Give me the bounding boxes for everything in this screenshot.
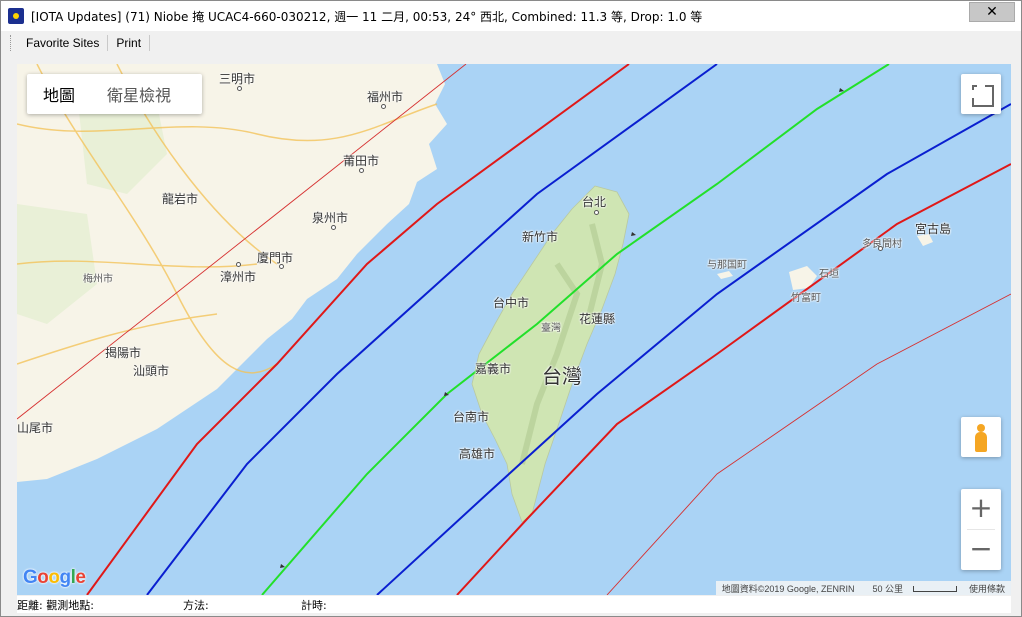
place-label: 汕頭市 [133, 364, 170, 378]
city-dot [331, 225, 336, 230]
place-label: 龍岩市 [162, 192, 199, 206]
direction-marker [631, 232, 636, 236]
title-bar: [IOTA Updates] (71) Niobe 掩 UCAC4-660-03… [1, 1, 1021, 31]
place-label: 新竹市 [522, 230, 559, 244]
place-label: 福州市 [367, 90, 404, 104]
place-label: 台北 [582, 195, 607, 209]
place-label: 石垣 [819, 269, 839, 280]
direction-marker [839, 88, 844, 92]
fullscreen-icon[interactable] [961, 74, 1001, 114]
place-label: 竹富町 [791, 293, 821, 304]
map-view[interactable]: 三明市 福州市 莆田市 龍岩市 泉州市 廈門市 梅州市 漳州市 揭陽市 汕頭市 … [17, 64, 1011, 595]
city-dot [237, 86, 242, 91]
map-type-control: 地圖 衛星檢視 [27, 74, 202, 114]
app-icon [8, 8, 24, 24]
place-label: 廈門市 [257, 251, 294, 265]
place-label: 与那国町 [707, 260, 747, 271]
place-label: 高雄市 [459, 447, 496, 461]
map-type-satellite-button[interactable]: 衛星檢視 [91, 82, 187, 106]
map-type-map-button[interactable]: 地圖 [27, 82, 91, 106]
status-distance: 距離: 觀測地點: [17, 599, 94, 612]
map-attribution: 地圖資料©2019 Google, ZENRIN [721, 583, 855, 594]
zoom-control: + − [961, 489, 1001, 570]
place-label: 花蓮縣 [579, 312, 616, 326]
zoom-in-button[interactable]: + [961, 489, 1001, 529]
place-label: 漳州市 [220, 270, 257, 284]
place-label: 莆田市 [343, 154, 380, 168]
place-label: 臺灣 [541, 323, 561, 334]
city-dot [381, 104, 386, 109]
place-label: 嘉義市 [475, 362, 512, 376]
place-label: 台灣 [542, 364, 582, 388]
city-dot [236, 262, 241, 267]
street-view-pegman-icon[interactable] [961, 417, 1001, 457]
city-dot [279, 264, 284, 269]
place-label: 揭陽市 [105, 346, 142, 360]
place-label: 山尾市 [17, 421, 54, 435]
window-title: [IOTA Updates] (71) Niobe 掩 UCAC4-660-03… [31, 10, 703, 24]
pegman-body [975, 432, 987, 452]
status-method: 方法: [183, 599, 209, 612]
menu-separator [149, 35, 151, 51]
app-window: [IOTA Updates] (71) Niobe 掩 UCAC4-660-03… [0, 0, 1022, 617]
place-label: 宮古島 [915, 222, 952, 236]
terms-link[interactable]: 使用條款 [963, 582, 1011, 595]
place-label: 台南市 [453, 410, 490, 424]
close-button[interactable]: ✕ [969, 2, 1015, 22]
place-label: 梅州市 [83, 274, 113, 285]
place-label: 三明市 [219, 72, 256, 86]
city-dot [878, 246, 883, 251]
zoom-out-button[interactable]: − [961, 530, 1001, 570]
place-label: 台中市 [493, 296, 530, 310]
map-canvas [17, 64, 1011, 595]
menu-favorite-sites[interactable]: Favorite Sites [18, 36, 107, 50]
menu-print[interactable]: Print [108, 36, 149, 50]
direction-marker [280, 564, 285, 568]
pegman-head [977, 424, 985, 432]
scale-bar[interactable]: 50 公里 [860, 582, 963, 595]
place-label: 泉州市 [312, 211, 349, 225]
outer-path-line-east [606, 293, 1011, 595]
city-dot [594, 210, 599, 215]
map-attribution-bar: 地圖資料©2019 Google, ZENRIN 50 公里 使用條款 [715, 581, 1011, 595]
menu-bar: Favorite Sites Print [10, 32, 151, 54]
google-logo: Google [23, 567, 86, 588]
status-timing: 計時: [301, 599, 327, 612]
toolbar-grip[interactable] [10, 35, 12, 51]
city-dot [359, 168, 364, 173]
status-bar: 距離: 觀測地點: 方法: 計時: [17, 596, 1011, 613]
